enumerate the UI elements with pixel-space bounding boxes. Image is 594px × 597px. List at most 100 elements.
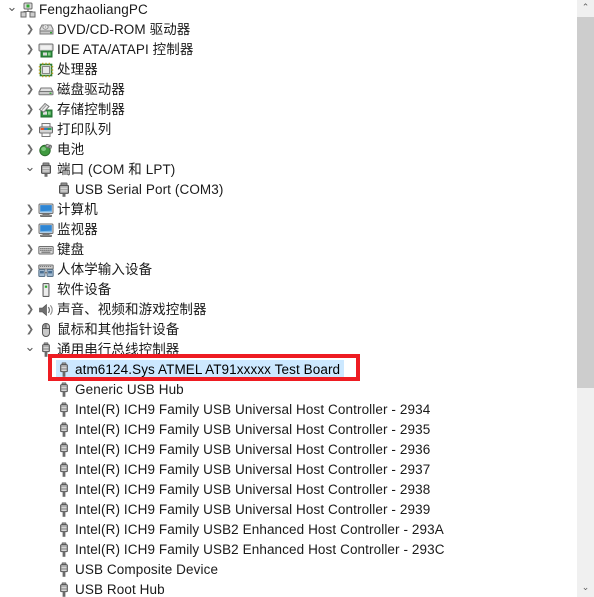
tree-row[interactable]: USB Root Hub <box>0 580 576 597</box>
usb-icon <box>56 580 72 597</box>
tree-row-label: Intel(R) ICH9 Family USB Universal Host … <box>75 502 431 517</box>
tree-row[interactable]: Generic USB Hub <box>0 380 576 400</box>
tree-row[interactable]: ❯ 计算机 <box>0 200 576 220</box>
tree-row-label: Intel(R) ICH9 Family USB Universal Host … <box>75 402 431 417</box>
device-tree[interactable]: ⌄ FengzhaoliangPC ❯ DVD/CD-ROM 驱动器 ❯ IDE A… <box>0 0 576 597</box>
tree-row-label: 通用串行总线控制器 <box>57 342 180 357</box>
tree-row-label: USB Serial Port (COM3) <box>75 182 224 197</box>
tree-row-label: Intel(R) ICH9 Family USB Universal Host … <box>75 422 431 437</box>
tree-row-label: 监视器 <box>57 222 98 237</box>
tree-row[interactable]: ❯ 电池 <box>0 140 576 160</box>
chevron-right-icon[interactable]: ❯ <box>22 220 38 240</box>
tree-row[interactable]: USB Composite Device <box>0 560 576 580</box>
usb-icon <box>56 520 72 540</box>
tree-row[interactable]: ❯ 软件设备 <box>0 280 576 300</box>
vertical-scrollbar[interactable]: ⌃ ⌄ <box>576 0 594 597</box>
chevron-right-icon[interactable]: ❯ <box>22 280 38 300</box>
tree-row[interactable]: ⌄ 端口 (COM 和 LPT) <box>0 160 576 180</box>
tree-row-label: DVD/CD-ROM 驱动器 <box>57 22 191 37</box>
tree-row-label: FengzhaoliangPC <box>39 2 148 17</box>
tree-row[interactable]: Intel(R) ICH9 Family USB Universal Host … <box>0 500 576 520</box>
chevron-down-icon[interactable]: ⌄ <box>22 340 38 360</box>
dvd-drive-icon <box>38 20 54 40</box>
chevron-right-icon[interactable]: ❯ <box>22 200 38 220</box>
chevron-right-icon[interactable]: ❯ <box>22 40 38 60</box>
port-icon <box>56 180 72 200</box>
chevron-right-icon[interactable]: ❯ <box>22 100 38 120</box>
storage-controller-icon <box>38 100 54 120</box>
chevron-right-icon[interactable]: ❯ <box>22 140 38 160</box>
chevron-right-icon[interactable]: ❯ <box>22 80 38 100</box>
tree-row[interactable]: USB Serial Port (COM3) <box>0 180 576 200</box>
tree-row-label: Intel(R) ICH9 Family USB Universal Host … <box>75 462 431 477</box>
chevron-right-icon[interactable]: ❯ <box>22 240 38 260</box>
tree-row-label: 软件设备 <box>57 282 112 297</box>
tree-row[interactable]: ❯ 存储控制器 <box>0 100 576 120</box>
tree-row[interactable]: Intel(R) ICH9 Family USB Universal Host … <box>0 420 576 440</box>
tree-row[interactable]: Intel(R) ICH9 Family USB Universal Host … <box>0 400 576 420</box>
usb-icon <box>56 440 72 460</box>
tree-row-label: 计算机 <box>57 202 98 217</box>
tree-row-label: Generic USB Hub <box>75 382 184 397</box>
tree-row-label: Intel(R) ICH9 Family USB2 Enhanced Host … <box>75 522 444 537</box>
usb-icon <box>38 340 54 360</box>
tree-row-label: 人体学输入设备 <box>57 262 153 277</box>
port-icon <box>38 160 54 180</box>
tree-row[interactable]: Intel(R) ICH9 Family USB Universal Host … <box>0 440 576 460</box>
usb-icon <box>56 420 72 440</box>
chevron-right-icon[interactable]: ❯ <box>22 320 38 340</box>
chevron-right-icon[interactable]: ❯ <box>22 120 38 140</box>
device-manager-window: ⌄ FengzhaoliangPC ❯ DVD/CD-ROM 驱动器 ❯ IDE A… <box>0 0 594 597</box>
usb-icon <box>56 400 72 420</box>
tree-row[interactable]: ❯ 键盘 <box>0 240 576 260</box>
tree-row-label: Intel(R) ICH9 Family USB2 Enhanced Host … <box>75 542 445 557</box>
tree-row[interactable]: ❯ DVD/CD-ROM 驱动器 <box>0 20 576 40</box>
tree-row-label: 打印队列 <box>57 122 112 137</box>
chevron-right-icon[interactable]: ❯ <box>22 260 38 280</box>
tree-row[interactable]: ❯ 监视器 <box>0 220 576 240</box>
tree-row-label: USB Root Hub <box>75 582 165 597</box>
tree-row[interactable]: ⌄ 通用串行总线控制器 <box>0 340 576 360</box>
tree-row[interactable]: ❯ 鼠标和其他指针设备 <box>0 320 576 340</box>
tree-row-label: 声音、视频和游戏控制器 <box>57 302 207 317</box>
scroll-down-arrow-icon[interactable]: ⌄ <box>577 580 594 597</box>
tree-row-label: IDE ATA/ATAPI 控制器 <box>57 42 194 57</box>
chevron-right-icon[interactable]: ❯ <box>22 60 38 80</box>
chevron-down-icon[interactable]: ⌄ <box>22 160 38 180</box>
tree-row[interactable]: ❯ 打印队列 <box>0 120 576 140</box>
chevron-down-icon[interactable]: ⌄ <box>4 0 20 20</box>
tree-row-label: 电池 <box>57 142 85 157</box>
tree-row[interactable]: ❯ 处理器 <box>0 60 576 80</box>
tree-row[interactable]: atm6124.Sys ATMEL AT91xxxxx Test Board <box>0 360 576 380</box>
tree-row-label: 键盘 <box>57 242 85 257</box>
tree-row[interactable]: Intel(R) ICH9 Family USB Universal Host … <box>0 460 576 480</box>
printer-queue-icon <box>38 120 54 140</box>
tree-row-label: atm6124.Sys ATMEL AT91xxxxx Test Board <box>71 360 345 380</box>
chevron-right-icon[interactable]: ❯ <box>22 20 38 40</box>
tree-row[interactable]: ❯ 人体学输入设备 <box>0 260 576 280</box>
processor-icon <box>38 60 54 80</box>
tree-row[interactable]: ❯ IDE ATA/ATAPI 控制器 <box>0 40 576 60</box>
usb-icon <box>56 560 72 580</box>
usb-icon <box>56 360 72 380</box>
tree-row-label: Intel(R) ICH9 Family USB Universal Host … <box>75 482 431 497</box>
usb-icon <box>56 540 72 560</box>
tree-row[interactable]: ❯ 磁盘驱动器 <box>0 80 576 100</box>
tree-row-label: Intel(R) ICH9 Family USB Universal Host … <box>75 442 431 457</box>
tree-row[interactable]: Intel(R) ICH9 Family USB2 Enhanced Host … <box>0 540 576 560</box>
ide-controller-icon <box>38 40 54 60</box>
scrollbar-thumb[interactable] <box>577 17 594 388</box>
chevron-right-icon[interactable]: ❯ <box>22 300 38 320</box>
computer-node-icon <box>20 0 36 20</box>
tree-row-label: USB Composite Device <box>75 562 219 577</box>
tree-row-label: 鼠标和其他指针设备 <box>57 322 180 337</box>
tree-row[interactable]: Intel(R) ICH9 Family USB Universal Host … <box>0 480 576 500</box>
tree-row[interactable]: Intel(R) ICH9 Family USB2 Enhanced Host … <box>0 520 576 540</box>
tree-row[interactable]: ❯ 声音、视频和游戏控制器 <box>0 300 576 320</box>
mouse-icon <box>38 320 54 340</box>
scroll-up-arrow-icon[interactable]: ⌃ <box>577 0 594 17</box>
tree-row-label: 端口 (COM 和 LPT) <box>57 162 176 177</box>
monitor-icon <box>38 200 54 220</box>
tree-row[interactable]: ⌄ FengzhaoliangPC <box>0 0 576 20</box>
usb-icon <box>56 460 72 480</box>
